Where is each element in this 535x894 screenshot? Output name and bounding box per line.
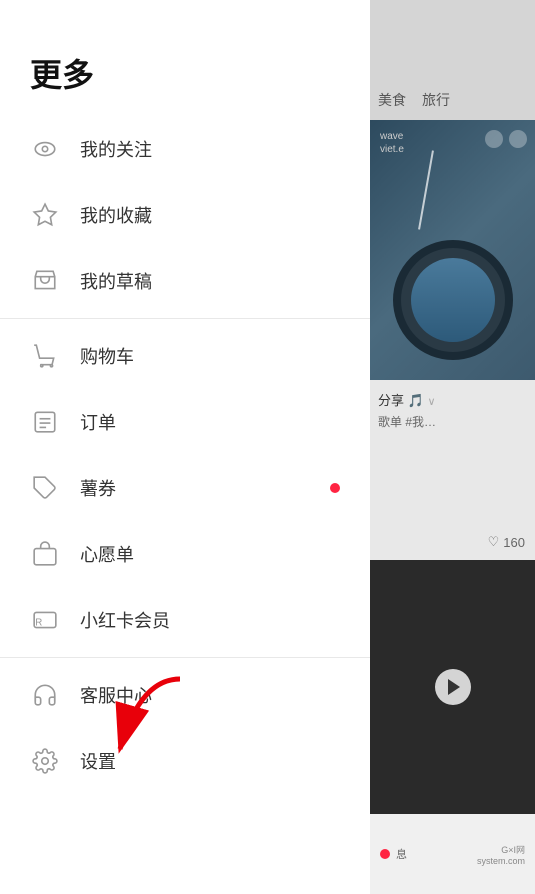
right-card3	[370, 560, 535, 814]
menu-item-collection[interactable]: 我的收藏	[0, 182, 370, 248]
eye-icon	[30, 134, 60, 164]
star-icon	[30, 200, 60, 230]
menu-item-service[interactable]: 客服中心	[0, 662, 370, 728]
bag-icon	[30, 539, 60, 569]
menu-label-cart: 购物车	[80, 343, 340, 369]
menu-item-coupon[interactable]: 薯券	[0, 455, 370, 521]
tag-icon	[30, 473, 60, 503]
menu-item-order[interactable]: 订单	[0, 389, 370, 455]
card1-icons	[485, 130, 527, 148]
tag-travel: 旅行	[422, 90, 450, 110]
right-card2: 分享 🎵 ∨ 歌单 #我… ♡ 160	[370, 380, 535, 560]
bottom-text: 息	[396, 846, 407, 862]
menu-item-follow[interactable]: 我的关注	[0, 116, 370, 182]
card1-icon-2	[509, 130, 527, 148]
svg-text:R: R	[35, 617, 42, 628]
menu-label-service: 客服中心	[80, 682, 340, 708]
right-top-tags: 美食 旅行	[370, 0, 535, 120]
right-panel: 美食 旅行 wave viet.e 分享 🎵 ∨ 歌单 #我…	[370, 0, 535, 894]
menu-label-follow: 我的关注	[80, 136, 340, 162]
right-card1: wave viet.e	[370, 120, 535, 380]
menu-item-settings[interactable]: 设置	[0, 728, 370, 794]
menu-item-cart[interactable]: 购物车	[0, 323, 370, 389]
heart-icon: ♡	[488, 534, 500, 550]
share-subtitle: 歌单 #我…	[378, 413, 527, 430]
menu-label-order: 订单	[80, 409, 340, 435]
menu-label-coupon: 薯券	[80, 475, 340, 501]
watermark: G×I网system.com	[477, 843, 525, 866]
card-icon: R	[30, 605, 60, 635]
menu-label-membership: 小红卡会员	[80, 607, 340, 633]
like-number: 160	[503, 535, 525, 550]
share-prefix: 分享	[378, 393, 404, 408]
tag-food: 美食	[378, 90, 406, 110]
card1-porthole	[393, 240, 513, 360]
headset-icon	[30, 680, 60, 710]
right-bottom-bar: 息 G×I网system.com	[370, 814, 535, 894]
divider-1	[0, 318, 370, 319]
menu-list: 我的关注 我的收藏 我的草稿	[0, 116, 370, 894]
menu-item-draft[interactable]: 我的草稿	[0, 248, 370, 314]
main-container: 更多 我的关注 我的收藏 我的草稿	[0, 0, 535, 894]
play-triangle-icon	[448, 679, 460, 695]
music-emoji: 🎵	[408, 393, 424, 408]
play-button[interactable]	[435, 669, 471, 705]
menu-item-membership[interactable]: R 小红卡会员	[0, 587, 370, 653]
list-icon	[30, 407, 60, 437]
menu-label-draft: 我的草稿	[80, 268, 340, 294]
menu-label-settings: 设置	[80, 748, 340, 774]
menu-label-collection: 我的收藏	[80, 202, 340, 228]
card1-label: wave viet.e	[380, 130, 404, 156]
card1-wave	[411, 258, 495, 342]
inbox-icon	[30, 266, 60, 296]
cart-icon	[30, 341, 60, 371]
coupon-red-dot	[330, 483, 340, 493]
menu-item-wishlist[interactable]: 心愿单	[0, 521, 370, 587]
left-panel: 更多 我的关注 我的收藏 我的草稿	[0, 0, 370, 894]
menu-label-wishlist: 心愿单	[80, 541, 340, 567]
like-count: ♡ 160	[488, 534, 525, 550]
page-title: 更多	[0, 0, 370, 116]
gear-icon	[30, 746, 60, 776]
share-title: 分享 🎵 ∨	[378, 390, 527, 409]
divider-2	[0, 657, 370, 658]
card1-icon-1	[485, 130, 503, 148]
share-dropdown: ∨	[427, 396, 435, 408]
bottom-red-dot	[380, 849, 390, 859]
